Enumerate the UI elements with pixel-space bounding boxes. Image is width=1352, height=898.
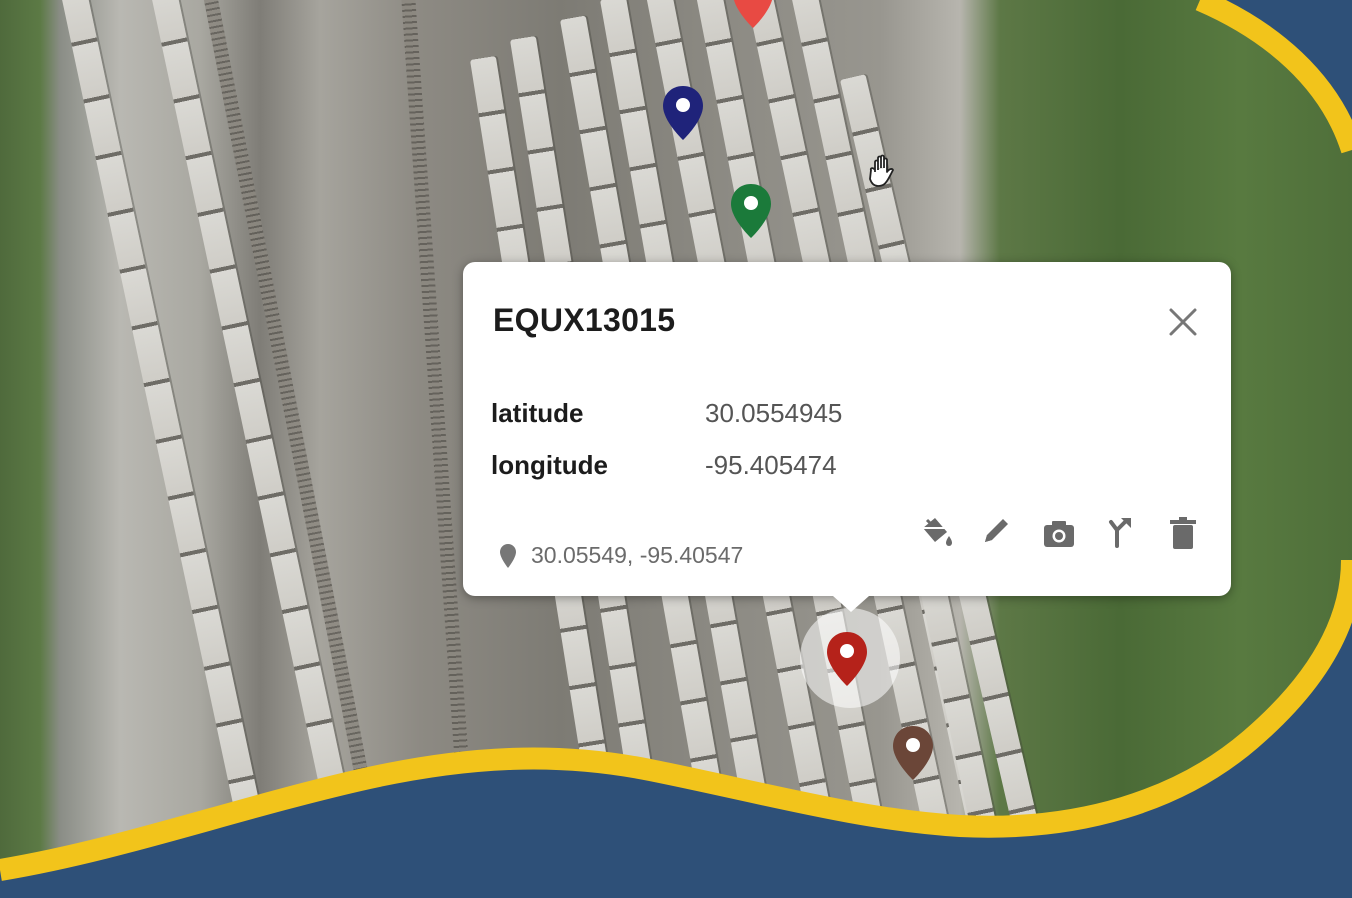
brown-marker[interactable] bbox=[890, 724, 936, 784]
property-value: -95.405474 bbox=[705, 450, 837, 480]
close-icon[interactable] bbox=[1163, 302, 1203, 342]
grab-hand-cursor-icon bbox=[866, 152, 904, 192]
location-pin-icon bbox=[499, 543, 517, 569]
red-marker-selected[interactable] bbox=[824, 630, 870, 690]
popup-title: EQUX13015 bbox=[493, 302, 676, 338]
property-value: 30.0554945 bbox=[705, 398, 843, 428]
coordinates-text: 30.05549, -95.40547 bbox=[531, 542, 744, 568]
coordinates-readout: 30.05549, -95.40547 bbox=[499, 542, 743, 569]
property-key: longitude bbox=[491, 450, 608, 480]
marker-info-popup: EQUX13015 latitude 30.0554945 longitude … bbox=[463, 262, 1231, 612]
property-key: latitude bbox=[491, 398, 584, 428]
green-marker[interactable] bbox=[728, 182, 774, 242]
paint-bucket-icon[interactable] bbox=[915, 512, 955, 554]
pencil-icon[interactable] bbox=[977, 512, 1017, 554]
directions-icon[interactable] bbox=[1101, 512, 1141, 554]
trash-icon[interactable] bbox=[1163, 512, 1203, 554]
satellite-map[interactable]: EQUX13015 latitude 30.0554945 longitude … bbox=[0, 0, 1352, 898]
red-marker-top[interactable] bbox=[730, 0, 776, 32]
camera-icon[interactable] bbox=[1039, 512, 1079, 554]
navy-marker[interactable] bbox=[660, 84, 706, 144]
